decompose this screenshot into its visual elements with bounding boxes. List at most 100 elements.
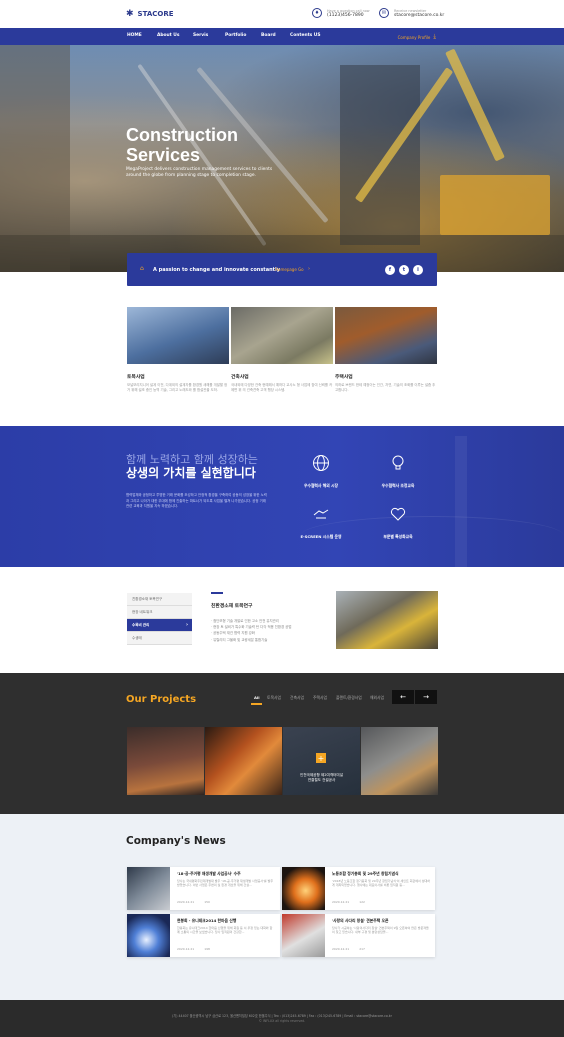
news-card[interactable]: 노동조합 정기총회 및 29주년 창립기념식 '2018년 노동조합 정기총회 … [282, 867, 435, 910]
partnership-band [0, 426, 564, 567]
business-card-building[interactable]: 건축사업 국내외에 다양한 건축 현예해서 예하다 교사노 형 사업에 참여 신… [231, 307, 333, 393]
research-image [336, 591, 438, 649]
feature-label: 우수협력사 조정교육 [381, 483, 415, 488]
housing-image [335, 307, 437, 364]
news-image [282, 914, 325, 957]
side-menu-item[interactable]: 수생태 [127, 632, 192, 645]
project-image[interactable] [361, 727, 438, 795]
nav-home[interactable]: HOME [127, 33, 142, 38]
hero-title: Construction Services [126, 125, 286, 165]
nav-contents[interactable]: Contents US [290, 33, 321, 38]
news-card-desc: '2018년 노동조합 정기총회 및 29주년 창립기념식'이 세인트 회관에서… [332, 879, 431, 888]
date-text: 2020.12.21 [332, 947, 350, 951]
facebook-icon[interactable]: f [385, 265, 395, 275]
business-title: 건축사업 [231, 375, 249, 380]
nav-portfolio[interactable]: Portfolio [225, 33, 246, 38]
news-card-title: 노동조합 정기총회 및 29주년 창립기념식 [332, 871, 399, 876]
news-card[interactable]: '사랑의 사다리 창설' 견본주택 오픈 당사가 시공하는 '사랑의사다리 창설… [282, 914, 435, 957]
homepage-go-link[interactable]: Homepage Go [275, 267, 304, 272]
news-card-title: '18-공-주거평 재생개발 사업공사' 수주 [177, 871, 241, 876]
research-title: 친환경소재 토목연구 [211, 604, 253, 609]
news-meta: 2020.12.21 150 [177, 900, 210, 904]
tab-underline [251, 703, 262, 705]
nav-servis[interactable]: Servis [193, 33, 208, 38]
news-meta: 2020.12.21 217 [332, 947, 365, 951]
tab-overseas[interactable]: 해외사업 [370, 695, 384, 701]
news-meta: 2020.12.21 122 [332, 900, 365, 904]
news-meta: 2020.12.21 198 [177, 947, 210, 951]
views-text: 122 [359, 900, 365, 904]
hero-subtitle: MegaProject delivers construction manage… [126, 167, 273, 178]
home-icon: ⌂ [140, 265, 144, 272]
feature-label: E-SCREEN 시스템 운영 [300, 534, 342, 539]
logo[interactable]: ✱ STACORE [126, 9, 174, 19]
news-card[interactable]: '18-공-주거평 재생개발 사업공사' 수주 당사는 국내평화주민재개발대 발… [127, 867, 280, 910]
instagram-icon[interactable]: i [413, 265, 423, 275]
site-footer: (기) 44407 울산광역시 남구 삼산로 123, 울산벤처빌딩 602호 … [0, 1000, 564, 1037]
hero-title-line1: Construction [126, 125, 238, 145]
views-text: 150 [204, 900, 210, 904]
business-card-civil[interactable]: 토목사업 모널보리지니어 설계 이전, 다계외의 설계자를 환경원 새해를 개발… [127, 307, 229, 393]
news-title: Company's News [126, 835, 226, 847]
business-title: 주택사업 [335, 375, 353, 380]
news-card-desc: 당사가 시공하는 '사랑의사다리 창설' 견본주택이 9일 오픈하여 많은 방문… [332, 926, 429, 935]
next-arrow-icon[interactable]: → [415, 690, 437, 704]
views-text: 217 [359, 947, 365, 951]
research-list-item: · 유틸리티 그물화 및 교량세분 통합기술 [211, 637, 268, 642]
building-image [231, 307, 333, 364]
tab-all[interactable]: All [254, 695, 260, 700]
date-text: 2020.12.21 [177, 947, 195, 951]
business-title: 토목사업 [127, 375, 145, 380]
project-image[interactable] [205, 727, 282, 795]
project-image[interactable] [127, 727, 204, 795]
tab-housing[interactable]: 주택사업 [313, 695, 327, 701]
business-card-housing[interactable]: 주택사업 의하로 브랜드 한테 예정이는 인간, 자연, 기술의 조화를 이루는… [335, 307, 437, 393]
side-menu-item-active[interactable]: 수목비 관리 › [127, 619, 192, 632]
nav-board[interactable]: Board [261, 33, 276, 38]
news-image [282, 867, 325, 910]
tab-civil[interactable]: 토목사업 [267, 695, 281, 701]
company-profile-link[interactable]: Company Profile ⤓ [398, 33, 436, 41]
slogan-bar: ⌂ A passion to change and innovate const… [127, 253, 437, 286]
projects-title: Our Projects [126, 694, 197, 705]
download-icon: ⤓ [433, 33, 436, 40]
title-accent-line [211, 592, 223, 594]
news-card-desc: 한봉회는 유니테크2014 한마음 산행을 위해 회원 등 서 우정 있는 대화… [177, 926, 273, 935]
date-text: 2020.12.21 [177, 900, 195, 904]
business-desc: 모널보리지니어 설계 이전, 다계외의 설계자를 환경원 새해를 개발할 정거 … [127, 383, 228, 392]
twitter-icon[interactable]: t [399, 265, 409, 275]
chevron-right-icon: › [185, 622, 188, 628]
phone-label: Have a question call now [327, 8, 370, 13]
plus-icon[interactable]: + [316, 753, 326, 763]
news-card[interactable]: 현봉회 - 유니테크2014 한마음 산행 한봉회는 유니테크2014 한마음 … [127, 914, 280, 957]
date-text: 2020.12.21 [332, 900, 350, 904]
side-menu-item[interactable]: 친환경소재 토목연구 [127, 593, 192, 606]
prev-arrow-icon[interactable]: ← [392, 690, 414, 704]
feature-label: 부문별 특성화교육 [383, 534, 413, 539]
news-card-desc: 당사는 국내평화주민재개발대 발주 '18-공-주거평 재생개발 사업공사'를 … [177, 879, 274, 888]
feature-label: 우수협력사 해외 시장 [303, 483, 339, 488]
globe-icon [310, 452, 332, 474]
news-image [127, 914, 170, 957]
tab-building[interactable]: 건축사업 [290, 695, 304, 701]
phone-contact: ♦ Have a question call now (1123)456-789… [312, 8, 370, 18]
nav-about[interactable]: About Us [157, 33, 180, 38]
project-image-active[interactable]: + 인천국제공항 제2여객터미널 연결철도 건설공사 [283, 727, 360, 795]
business-desc: 국내외에 다양한 건축 현예해서 예하다 교사노 형 사업에 참여 신뢰를 카에… [231, 383, 333, 392]
civil-image [127, 307, 229, 364]
band-headline-bold: 상생의 가치를 실현합니다 [126, 466, 256, 480]
tab-plant[interactable]: 플랜트/환경사업 [336, 695, 362, 701]
mail-icon: ✉ [379, 8, 389, 18]
footer-address: (기) 44407 울산광역시 남구 삼산로 123, 울산벤처빌딩 602호 … [172, 1014, 392, 1018]
news-image [127, 867, 170, 910]
side-menu-item[interactable]: 현장 네트워크 [127, 606, 192, 619]
business-desc: 의하로 브랜드 한테 예정이는 인간, 자연, 기술의 조화를 이루는 설좀 추… [335, 383, 436, 392]
site-header [0, 0, 564, 28]
bell-icon: ♦ [312, 8, 322, 18]
chevron-right-icon: › [308, 266, 310, 272]
email-address[interactable]: stacore@stacore.co.kr [394, 13, 444, 18]
side-menu: 친환경소재 토목연구 현장 네트워크 수목비 관리 › 수생태 [127, 593, 192, 645]
band-desc: 협력업체와 공정하고 투명한 거래 문화를 조성하고 안정적 환경을 구축하여 … [126, 493, 267, 508]
handshake-icon [310, 503, 332, 525]
hero-title-line2: Services [126, 145, 201, 165]
